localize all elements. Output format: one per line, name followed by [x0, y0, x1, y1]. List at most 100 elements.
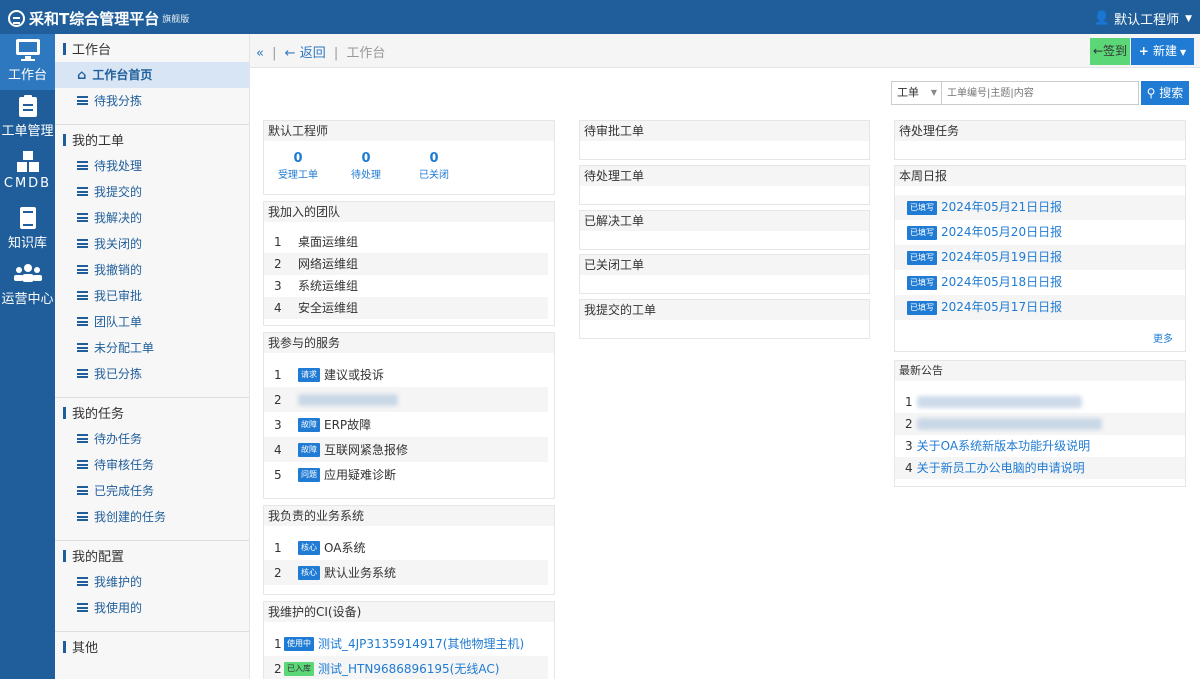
- report-link[interactable]: 2024年05月19日日报: [941, 245, 1062, 270]
- report-link[interactable]: 2024年05月18日日报: [941, 270, 1062, 295]
- new-button[interactable]: + 新建 ▼: [1131, 38, 1194, 65]
- team-name: 系统运维组: [298, 279, 359, 293]
- team-name: 安全运维组: [298, 301, 359, 315]
- nav-item-cmdb[interactable]: CMDB: [0, 146, 55, 202]
- logo-icon: [8, 10, 25, 27]
- list-item[interactable]: 3 系统运维组: [264, 275, 548, 297]
- sidebar-item-workbench-home[interactable]: ⌂ 工作台首页: [55, 62, 249, 88]
- sidebar-item[interactable]: 我撤销的: [55, 257, 249, 283]
- list-icon: [77, 512, 88, 521]
- pending-tasks-panel: 待处理任务: [894, 120, 1186, 160]
- sidebar-item[interactable]: 未分配工单: [55, 335, 249, 361]
- nav-item-tickets[interactable]: 工单管理: [0, 90, 55, 146]
- report-link[interactable]: 2024年05月20日日报: [941, 220, 1062, 245]
- list-item[interactable]: 2: [264, 387, 548, 412]
- report-link[interactable]: 2024年05月17日日报: [941, 295, 1062, 320]
- nav-item-operations[interactable]: 运营中心: [0, 258, 55, 314]
- stat-closed[interactable]: 0 已关闭: [400, 151, 468, 181]
- list-item[interactable]: 4 关于新员工办公电脑的申请说明: [895, 457, 1185, 479]
- service-tag: 故障: [298, 442, 320, 457]
- sidebar-item[interactable]: 团队工单: [55, 309, 249, 335]
- stat-pending[interactable]: 0 待处理: [332, 151, 400, 181]
- panel-title: 待处理任务: [895, 121, 1185, 141]
- search-button[interactable]: ⚲ 搜索: [1141, 81, 1189, 105]
- team-name: 网络运维组: [298, 257, 359, 271]
- sidebar-item[interactable]: 待审核任务: [55, 452, 249, 478]
- stat-accepted[interactable]: 0 受理工单: [264, 151, 332, 181]
- sidebar-item[interactable]: 我使用的: [55, 595, 249, 621]
- sidebar-item[interactable]: 已完成任务: [55, 478, 249, 504]
- breadcrumb-separator: |: [333, 46, 339, 61]
- service-name: 互联网紧急报修: [324, 442, 409, 457]
- user-stats-panel: 默认工程师 0 受理工单 0 待处理 0 已关闭: [263, 120, 555, 195]
- list-item[interactable]: 1 核心 OA系统: [264, 535, 548, 560]
- sidebar-item-label: 待办任务: [94, 432, 143, 446]
- sidebar-item[interactable]: 待办任务: [55, 426, 249, 452]
- list-item[interactable]: 已填写 2024年05月19日日报: [895, 245, 1185, 270]
- list-item[interactable]: 2 已入库 测试_HTN9686896195(无线AC): [264, 656, 548, 679]
- sidebar: 工作台 ⌂ 工作台首页 待我分拣 我的工单 待我处理 我提交的 我解决的 我关闭的…: [55, 34, 250, 679]
- sidebar-item-pending-sort[interactable]: 待我分拣: [55, 88, 249, 114]
- panel-title: 已解决工单: [580, 211, 869, 231]
- signin-button[interactable]: ←签到: [1090, 38, 1130, 65]
- row-index: 1: [274, 235, 282, 249]
- list-item[interactable]: 已填写 2024年05月20日日报: [895, 220, 1185, 245]
- more-link[interactable]: 更多: [1153, 330, 1173, 345]
- plus-icon: +: [1138, 44, 1154, 58]
- list-item[interactable]: 1 桌面运维组: [264, 231, 548, 253]
- list-item[interactable]: 1: [895, 391, 1185, 413]
- nav-label: CMDB: [3, 176, 52, 191]
- app-logo[interactable]: 采和T综合管理平台 旗舰版: [8, 8, 189, 29]
- sidebar-section-title: 我的任务: [55, 404, 249, 426]
- sidebar-item[interactable]: 我提交的: [55, 179, 249, 205]
- report-link[interactable]: 2024年05月21日日报: [941, 195, 1062, 220]
- back-arrow-icon[interactable]: ←: [285, 46, 296, 61]
- sidebar-item[interactable]: 待我处理: [55, 153, 249, 179]
- row-index: 4: [905, 461, 913, 475]
- sidebar-item[interactable]: 我创建的任务: [55, 504, 249, 530]
- ci-link[interactable]: 测试_4JP3135914917(其他物理主机): [318, 633, 524, 655]
- list-item[interactable]: 1 请求 建议或投诉: [264, 362, 548, 387]
- list-item[interactable]: 4 安全运维组: [264, 297, 548, 319]
- pending-tickets-panel: 待处理工单: [579, 165, 870, 205]
- list-item[interactable]: 2 核心 默认业务系统: [264, 560, 548, 585]
- search-input[interactable]: [942, 81, 1139, 105]
- announcement-link[interactable]: 关于新员工办公电脑的申请说明: [917, 457, 1085, 479]
- sidebar-item[interactable]: 我解决的: [55, 205, 249, 231]
- announcement-link[interactable]: 关于OA系统新版本功能升级说明: [917, 435, 1090, 457]
- teams-list: 1 桌面运维组 2 网络运维组 3 系统运维组 4 安全运维组: [264, 222, 554, 319]
- list-item[interactable]: 2 网络运维组: [264, 253, 548, 275]
- search-type-select[interactable]: 工单 ▼: [891, 81, 942, 105]
- list-item[interactable]: 5 问题 应用疑难诊断: [264, 462, 548, 487]
- nav-item-workbench[interactable]: 工作台: [0, 34, 55, 90]
- report-list: 已填写 2024年05月21日日报 已填写 2024年05月20日日报 已填写 202…: [895, 186, 1185, 320]
- user-menu[interactable]: 👤 默认工程师 ▼: [1094, 9, 1192, 28]
- nav-label: 工作台: [7, 68, 47, 83]
- list-item[interactable]: 3 故障 ERP故障: [264, 412, 548, 437]
- list-item[interactable]: 3 关于OA系统新版本功能升级说明: [895, 435, 1185, 457]
- list-item[interactable]: 已填写 2024年05月17日日报: [895, 295, 1185, 320]
- sidebar-item-label: 待审核任务: [94, 458, 155, 472]
- sidebar-item[interactable]: 我维护的: [55, 569, 249, 595]
- sidebar-item[interactable]: 我已分拣: [55, 361, 249, 387]
- list-item[interactable]: 4 故障 互联网紧急报修: [264, 437, 548, 462]
- chevron-down-icon: ▼: [930, 88, 937, 97]
- nav-item-knowledge[interactable]: 知识库: [0, 202, 55, 258]
- back-link[interactable]: 返回: [300, 46, 326, 61]
- list-item[interactable]: 1 使用中 测试_4JP3135914917(其他物理主机): [264, 631, 548, 656]
- sidebar-item[interactable]: 我关闭的: [55, 231, 249, 257]
- chevron-down-icon: ▼: [1185, 13, 1192, 24]
- list-item[interactable]: 已填写 2024年05月18日日报: [895, 270, 1185, 295]
- nav-label: 工单管理: [1, 124, 54, 139]
- list-item[interactable]: 2: [895, 413, 1185, 435]
- ci-link[interactable]: 测试_HTN9686896195(无线AC): [318, 658, 499, 679]
- arrow-left-icon: ←: [1092, 44, 1104, 58]
- stats-row: 0 受理工单 0 待处理 0 已关闭: [264, 141, 554, 181]
- sidebar-item-label: 我提交的: [94, 185, 143, 199]
- list-item[interactable]: 已填写 2024年05月21日日报: [895, 195, 1185, 220]
- sidebar-item[interactable]: 我已审批: [55, 283, 249, 309]
- sidebar-item-label: 我关闭的: [94, 237, 143, 251]
- collapse-sidebar-icon[interactable]: «: [256, 46, 264, 61]
- row-index: 4: [274, 442, 282, 457]
- sidebar-section-title: 其他: [55, 638, 249, 660]
